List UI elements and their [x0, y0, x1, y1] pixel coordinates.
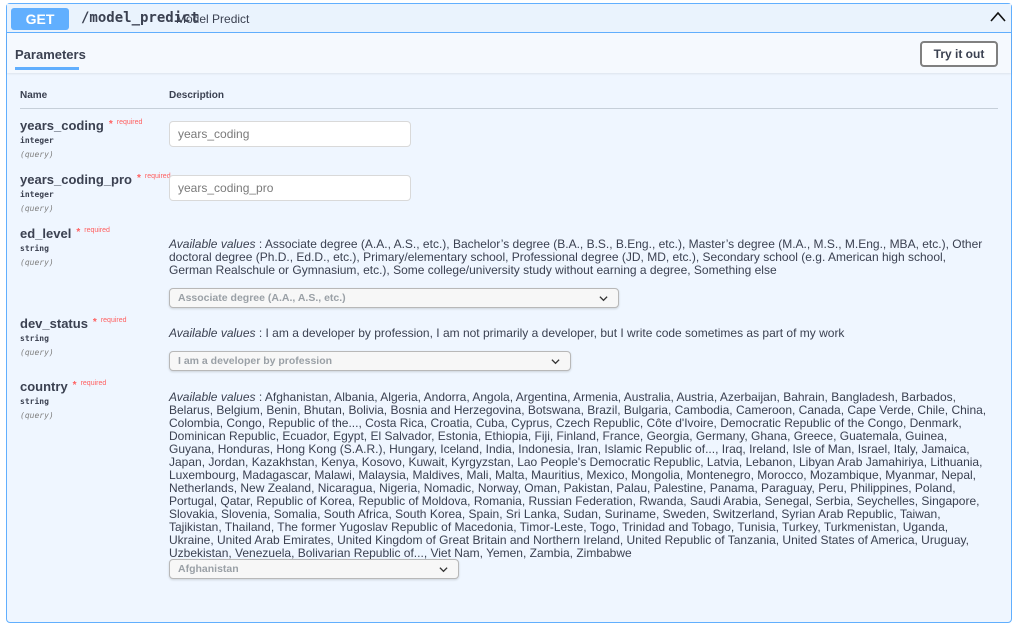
param-name-ed-level: ed_level * required	[20, 226, 110, 241]
years-coding-input[interactable]	[169, 121, 411, 147]
param-name-dev-status: dev_status * required	[20, 316, 127, 331]
operation-summary[interactable]: GET /model_predict Model Predict	[7, 4, 1011, 33]
param-location: (query)	[20, 150, 54, 159]
header-divider	[20, 108, 998, 109]
param-location: (query)	[20, 348, 54, 357]
param-location: (query)	[20, 204, 54, 213]
chevron-down-icon	[551, 359, 560, 365]
column-header-description: Description	[169, 90, 225, 101]
ed-level-select[interactable]: Associate degree (A.A., A.S., etc.)	[169, 288, 619, 308]
dev-status-select[interactable]: I am a developer by profession	[169, 351, 571, 371]
chevron-down-icon	[599, 296, 608, 302]
ed-level-available-values: Available values : Associate degree (A.A…	[169, 237, 983, 277]
param-name-years-coding: years_coding * required	[20, 118, 143, 133]
ed-level-selected: Associate degree (A.A., A.S., etc.)	[178, 292, 346, 304]
param-location: (query)	[20, 258, 54, 267]
param-type: integer	[20, 136, 54, 145]
try-it-out-button[interactable]: Try it out	[920, 41, 998, 67]
chevron-down-icon	[439, 567, 448, 573]
param-type: integer	[20, 190, 54, 199]
years-coding-pro-input[interactable]	[169, 175, 411, 201]
parameters-header: Parameters Try it out	[7, 33, 1011, 73]
param-type: string	[20, 334, 49, 343]
param-name-country: country * required	[20, 379, 107, 394]
tab-active-indicator	[15, 67, 79, 70]
country-selected: Afghanistan	[178, 563, 239, 575]
param-type: string	[20, 397, 49, 406]
param-type: string	[20, 244, 49, 253]
country-select[interactable]: Afghanistan	[169, 559, 459, 579]
dev-status-available-values: Available values : I am a developer by p…	[169, 326, 845, 340]
tab-parameters[interactable]: Parameters	[15, 47, 86, 62]
column-header-name: Name	[20, 90, 48, 101]
chevron-up-icon[interactable]	[989, 8, 1007, 26]
endpoint-summary: Model Predict	[176, 12, 250, 26]
country-available-values: Available values : Afghanistan, Albania,…	[169, 390, 987, 560]
http-method-badge: GET	[11, 8, 69, 30]
dev-status-selected: I am a developer by profession	[178, 355, 333, 367]
param-name-years-coding-pro: years_coding_pro * required	[20, 172, 171, 187]
param-location: (query)	[20, 411, 54, 420]
